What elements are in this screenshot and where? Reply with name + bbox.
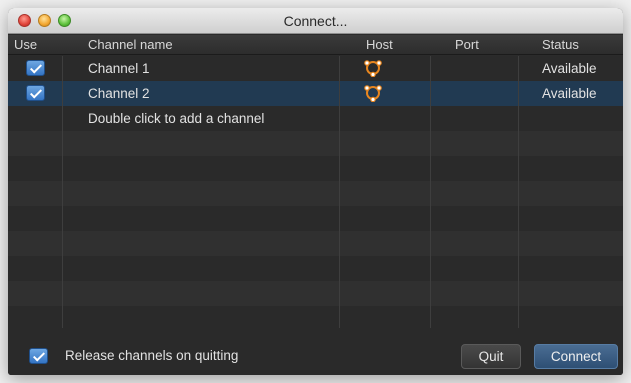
channel-name-cell: Channel 1 [88, 61, 150, 76]
network-node-icon [364, 85, 382, 102]
add-channel-row[interactable]: Double click to add a channel [8, 106, 623, 131]
footer-bar: Release channels on quitting Quit Connec… [8, 328, 623, 375]
column-header-channel-name[interactable]: Channel name [88, 37, 173, 52]
column-divider [518, 56, 519, 328]
empty-row [8, 156, 623, 181]
empty-row [8, 131, 623, 156]
empty-row [8, 206, 623, 231]
add-channel-hint: Double click to add a channel [88, 111, 265, 126]
connect-button[interactable]: Connect [534, 344, 618, 369]
title-bar[interactable]: Connect... [8, 8, 623, 34]
table-row[interactable]: Channel 1 Available [8, 56, 623, 81]
empty-row [8, 281, 623, 306]
table-row-selected[interactable]: Channel 2 Available [8, 81, 623, 106]
table-header: Use Channel name Host Port Status [8, 35, 623, 55]
channel-name-cell: Channel 2 [88, 86, 150, 101]
column-divider [339, 56, 340, 328]
empty-row [8, 181, 623, 206]
use-checkbox[interactable] [26, 85, 45, 101]
release-channels-checkbox[interactable] [29, 348, 48, 364]
release-channels-label: Release channels on quitting [65, 348, 239, 363]
column-divider [430, 56, 431, 328]
empty-row [8, 231, 623, 256]
column-divider [62, 56, 63, 328]
channel-table: Channel 1 Available Channel 2 Available [8, 56, 623, 328]
column-header-use[interactable]: Use [14, 37, 37, 52]
use-checkbox[interactable] [26, 60, 45, 76]
status-cell: Available [542, 61, 597, 76]
column-header-host[interactable]: Host [366, 37, 393, 52]
window-title: Connect... [283, 13, 348, 29]
status-cell: Available [542, 86, 597, 101]
quit-button[interactable]: Quit [461, 344, 521, 369]
column-header-port[interactable]: Port [455, 37, 479, 52]
network-node-icon [364, 60, 382, 77]
empty-row [8, 256, 623, 281]
connect-window: Connect... Use Channel name Host Port St… [8, 8, 623, 375]
empty-row [8, 306, 623, 328]
column-header-status[interactable]: Status [542, 37, 579, 52]
